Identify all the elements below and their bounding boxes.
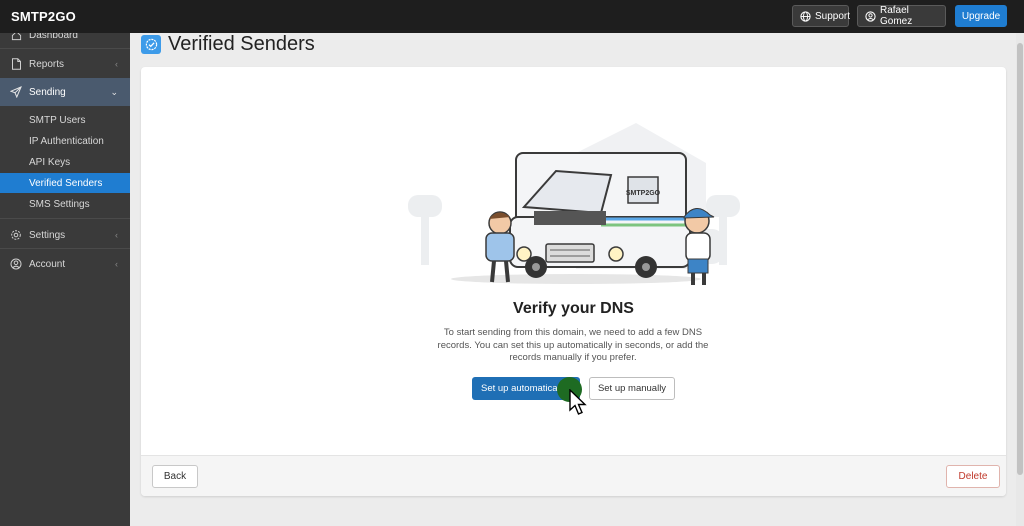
sidebar-item-settings[interactable]: Settings ‹ xyxy=(0,224,130,246)
upgrade-label: Upgrade xyxy=(961,10,1001,22)
sidebar-item-dashboard[interactable]: Dashboard xyxy=(0,33,130,46)
sidebar-item-label: Account xyxy=(29,258,66,270)
sidebar-subitem-ip-authentication[interactable]: IP Authentication xyxy=(0,131,130,151)
van-logo-text: SMTP2GO xyxy=(626,190,661,197)
sidebar-item-label: Dashboard xyxy=(29,33,78,41)
support-label: Support xyxy=(815,10,851,22)
delete-button[interactable]: Delete xyxy=(946,465,1000,488)
sidebar-subitem-verified-senders[interactable]: Verified Senders xyxy=(0,173,130,193)
verified-badge-icon xyxy=(141,35,161,54)
globe-icon xyxy=(800,10,811,22)
page-title: Verified Senders xyxy=(168,33,315,55)
chevron-left-icon: ‹ xyxy=(115,59,118,69)
upgrade-button[interactable]: Upgrade xyxy=(955,5,1007,27)
sidebar-subitem-label: SMS Settings xyxy=(29,198,90,210)
sidebar-subitem-label: API Keys xyxy=(29,156,71,168)
mouse-pointer-icon xyxy=(569,389,587,415)
divider xyxy=(0,48,130,49)
sidebar: Dashboard Reports ‹ Sending ⌄ SMTP Users… xyxy=(0,33,130,526)
support-button[interactable]: Support xyxy=(792,5,851,27)
sidebar-item-account[interactable]: Account ‹ xyxy=(0,253,130,275)
top-bar: SMTP2GO Support Rafael Gomez Upgrade xyxy=(0,0,1024,33)
sidebar-item-reports[interactable]: Reports ‹ xyxy=(0,53,130,75)
verify-dns-heading: Verify your DNS xyxy=(513,300,634,317)
back-button[interactable]: Back xyxy=(152,465,198,488)
user-name-label: Rafael Gomez xyxy=(880,5,913,27)
scrollbar-thumb[interactable] xyxy=(1017,43,1023,475)
setup-manually-button[interactable]: Set up manually xyxy=(589,377,675,400)
back-label: Back xyxy=(163,471,187,482)
sidebar-subitem-label: Verified Senders xyxy=(29,177,103,189)
setup-manually-label: Set up manually xyxy=(597,383,667,394)
sidebar-subitem-smtp-users[interactable]: SMTP Users xyxy=(0,110,130,130)
sidebar-item-label: Sending xyxy=(29,86,66,98)
setup-automatically-label: Set up automatically xyxy=(481,383,567,394)
divider xyxy=(0,248,130,249)
sidebar-subitem-label: SMTP Users xyxy=(29,114,86,126)
verify-dns-description: To start sending from this domain, we ne… xyxy=(437,327,709,363)
chevron-down-icon: ⌄ xyxy=(110,86,118,97)
chevron-left-icon: ‹ xyxy=(115,259,118,269)
delivery-van-illustration: SMTP2GO xyxy=(408,123,740,285)
sidebar-subitem-label: IP Authentication xyxy=(29,135,104,147)
user-menu-button[interactable]: Rafael Gomez xyxy=(857,5,946,27)
sidebar-item-label: Reports xyxy=(29,58,65,70)
sidebar-subitem-api-keys[interactable]: API Keys xyxy=(0,152,130,172)
paper-plane-icon xyxy=(10,86,22,98)
sidebar-subitem-sms-settings[interactable]: SMS Settings xyxy=(0,194,130,214)
smtp2go-logo[interactable]: SMTP2GO xyxy=(11,9,76,24)
user-circle-icon xyxy=(10,258,22,270)
card-footer: Back Delete xyxy=(141,455,1006,496)
user-circle-icon xyxy=(865,10,876,22)
verify-dns-card: SMTP2GO Verify your DNS To start sending… xyxy=(141,67,1006,496)
delete-label: Delete xyxy=(958,471,988,482)
chevron-left-icon: ‹ xyxy=(115,230,118,240)
page-scrollbar[interactable] xyxy=(1016,33,1024,526)
document-icon xyxy=(10,58,22,70)
home-icon xyxy=(10,33,22,42)
sidebar-item-label: Settings xyxy=(29,229,66,241)
divider xyxy=(0,218,130,219)
gear-icon xyxy=(10,229,22,241)
sidebar-item-sending[interactable]: Sending ⌄ xyxy=(0,78,130,106)
